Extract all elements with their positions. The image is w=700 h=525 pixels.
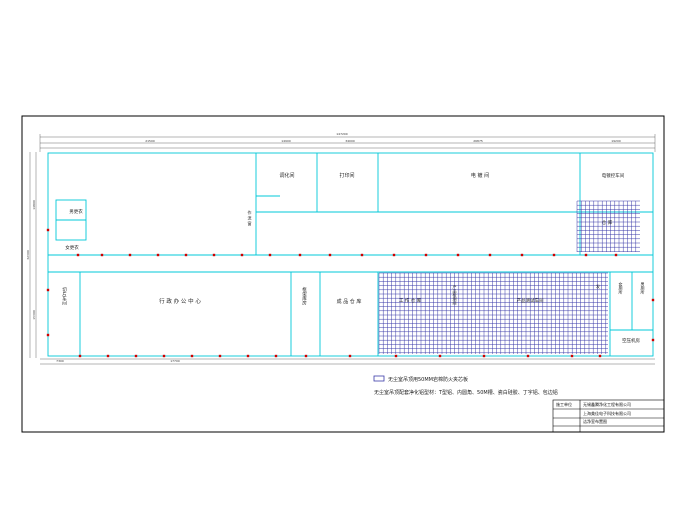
dim-height-total: 32300 [26, 250, 30, 260]
room-gongyi: 工 作 仓 库 [399, 297, 422, 304]
room-tiaopian: 切片车间 [62, 286, 67, 307]
door-marker [128, 253, 132, 257]
door-marker [438, 354, 442, 358]
dim-height-lower: 15300 [32, 310, 36, 320]
bottom-dimensions [40, 358, 655, 365]
door-marker [584, 253, 588, 257]
door-marker [212, 253, 216, 257]
room-fuyao: 仓 库 [602, 219, 613, 226]
left-dimensions [29, 152, 37, 358]
building-walls [47, 152, 654, 357]
door-marker [240, 253, 244, 257]
door-marker [488, 253, 492, 257]
doors [46, 228, 655, 358]
door-marker [552, 253, 556, 257]
door-marker [218, 354, 222, 358]
room-xingzheng: 行 政 办 公 中 心 [159, 297, 201, 305]
door-marker [392, 253, 396, 257]
room-diandu: 电 镀 间 [471, 172, 489, 179]
door-marker [298, 253, 302, 257]
door-marker [46, 288, 50, 292]
room-huanxi: 作 流 窗 [248, 209, 253, 226]
door-marker [46, 333, 50, 337]
door-marker [614, 253, 618, 257]
dim-total: 147200 [336, 132, 348, 136]
legend-swatch-label: 无尘室吊顶用50MM岩棉防火夹芯板 [388, 376, 468, 383]
door-marker [190, 354, 194, 358]
title-row1-label: 施工单位 [556, 401, 572, 407]
top-dimensions [39, 134, 656, 152]
door-marker [348, 354, 352, 358]
legend-swatch [373, 375, 385, 382]
room-nv-gengyi: 女更衣 [65, 244, 79, 251]
ceiling-grid-lower [378, 272, 608, 354]
title-row2-value: 上海美佳电子科技有限公司 [583, 410, 631, 416]
door-marker [526, 354, 530, 358]
room-kuanjia: 框架库房 [302, 286, 307, 307]
door-marker [598, 354, 602, 358]
room-tiaohua: 调化间 [279, 172, 294, 179]
title-row1-value: 无锡鑫腾净化工程有限公司 [583, 401, 631, 407]
door-marker [651, 298, 655, 302]
dim-upper-right: 26875 [473, 139, 483, 143]
dim-lower-a: 7300 [56, 359, 64, 363]
door-marker [106, 354, 110, 358]
door-marker [184, 253, 188, 257]
room-nv-ce: 女厕所 [619, 281, 624, 295]
dim-upper-far: 19200 [611, 139, 621, 143]
dim-lower-b: 17700 [170, 359, 180, 363]
room-chanpin-shiyan: 产品测试车间 [517, 297, 544, 304]
drawing-frame [21, 115, 665, 433]
door-marker [651, 338, 655, 342]
door-marker [482, 354, 486, 358]
door-marker [78, 354, 82, 358]
door-marker [274, 354, 278, 358]
title-row3-value: 洁净室布置图 [583, 418, 607, 424]
door-marker [456, 253, 460, 257]
room-dayin: 打印间 [339, 172, 354, 179]
room-chanpin-cejian: 产品检测间 [453, 284, 458, 306]
legend-note: 无尘室吊顶配套净化铝型材：T型铝、内圆角、50M槽、瓷白硅胶、丁字铝、包边铝 [374, 389, 558, 396]
door-marker [162, 354, 166, 358]
door-marker [304, 354, 308, 358]
room-nan-ce: 男厕所 [641, 282, 646, 295]
room-kongya: 空压机房 [622, 337, 640, 344]
dim-upper-mid2: 34000 [345, 139, 355, 143]
door-marker [46, 228, 50, 232]
dim-height-upper: 14800 [32, 200, 36, 210]
room-diandu-kongzhi: 电镀控车间 [602, 172, 625, 179]
door-marker [76, 253, 80, 257]
floor-plan-drawing: 147200 21500 14900 34000 26875 19200 730… [21, 115, 665, 433]
room-jiuguang: 发 [596, 283, 600, 289]
door-marker [328, 253, 332, 257]
ceiling-grid-upper [576, 200, 640, 252]
door-marker [570, 354, 574, 358]
door-marker [360, 253, 364, 257]
door-marker [246, 354, 250, 358]
door-marker [134, 354, 138, 358]
door-marker [520, 253, 524, 257]
door-marker [424, 253, 428, 257]
room-chengpin: 成 品 仓 库 [337, 298, 362, 305]
room-nan-gengyi: 男更衣 [69, 208, 83, 215]
dim-upper-mid: 14900 [281, 139, 291, 143]
door-marker [268, 253, 272, 257]
door-marker [156, 253, 160, 257]
dim-upper-left: 21500 [145, 139, 155, 143]
door-marker [100, 253, 104, 257]
door-marker [394, 354, 398, 358]
